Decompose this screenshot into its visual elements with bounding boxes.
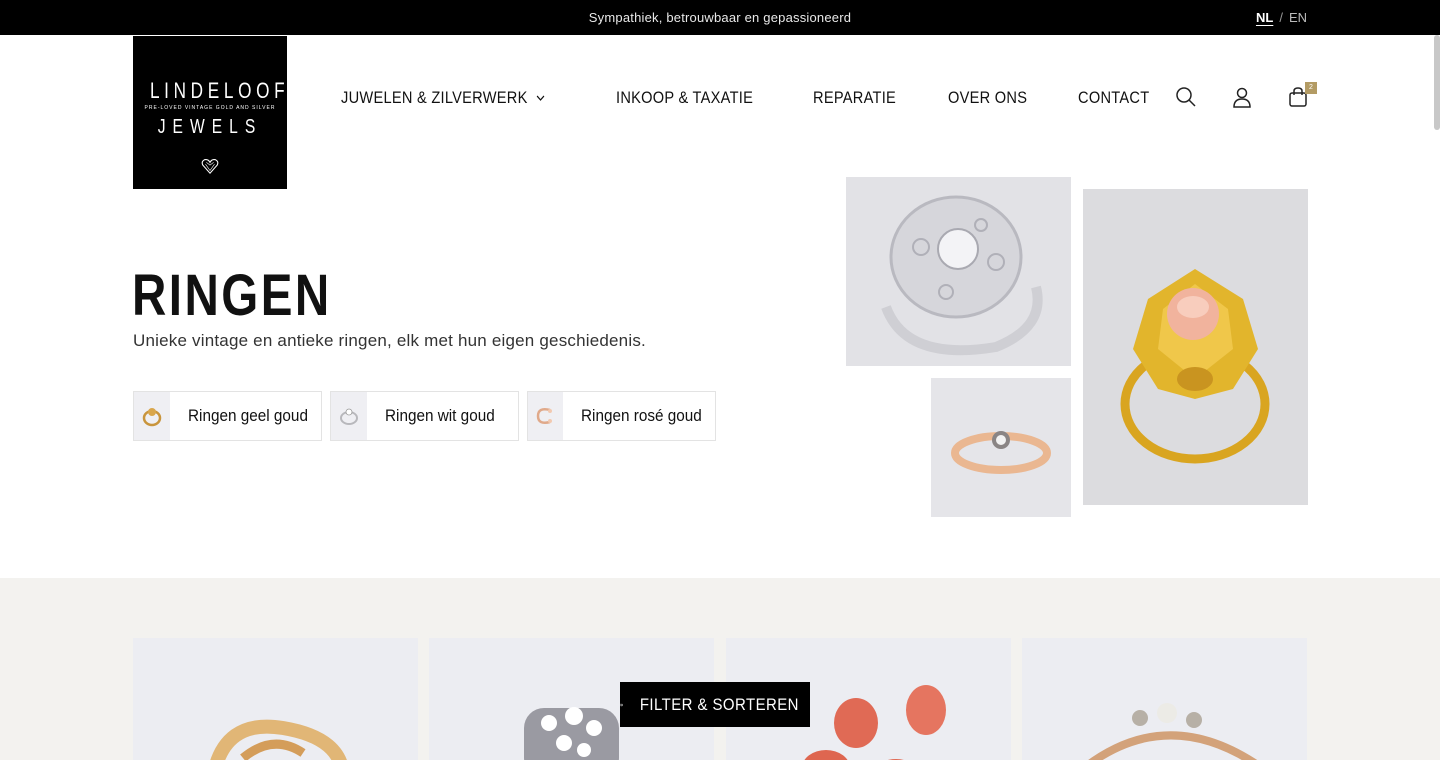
search-icon[interactable] <box>1175 86 1197 108</box>
category-label: Ringen rosé goud <box>580 406 702 425</box>
cart-count-badge: 2 <box>1305 82 1317 94</box>
category-chips: Ringen geel goud Ringen wit goud Ringen … <box>133 391 724 441</box>
nav-item-reparatie[interactable]: REPARATIE <box>813 88 896 108</box>
product-image <box>1088 703 1258 760</box>
nav-item-contact[interactable]: CONTACT <box>1078 88 1149 108</box>
category-chip-yellow-gold[interactable]: Ringen geel goud <box>133 391 322 441</box>
page-title: RINGEN <box>132 263 332 328</box>
nav-item-over-ons[interactable]: OVER ONS <box>948 88 1027 108</box>
ring-thumbnail <box>528 392 563 440</box>
filter-sort-label: FILTER & SORTEREN <box>640 694 800 714</box>
category-label: Ringen geel goud <box>187 406 308 425</box>
page-subtitle: Unieke vintage en antieke ringen, elk me… <box>133 331 646 350</box>
page-scrollbar[interactable] <box>1434 35 1440 130</box>
lang-separator: / <box>1279 10 1283 25</box>
product-card[interactable] <box>1022 638 1307 760</box>
logo-line-jewels: JEWELS <box>157 116 263 138</box>
category-chip-white-gold[interactable]: Ringen wit goud <box>330 391 519 441</box>
product-card[interactable] <box>133 638 418 760</box>
site-logo[interactable]: LINDELOOF PRE-LOVED VINTAGE GOLD AND SIL… <box>133 36 287 189</box>
user-icon[interactable] <box>1231 86 1253 108</box>
nav-item-juwelen[interactable]: JUWELEN & ZILVERWERK <box>341 88 545 108</box>
main-navigation: JUWELEN & ZILVERWERK INKOOP & TAXATIE RE… <box>341 88 1199 108</box>
nav-item-label: JUWELEN & ZILVERWERK <box>341 88 528 107</box>
tagline: Sympathiek, betrouwbaar en gepassioneerd <box>588 10 852 25</box>
product-grid-section <box>0 578 1440 760</box>
hero-photo-coral-gold-ring <box>1083 189 1308 505</box>
product-image <box>210 719 347 760</box>
language-switcher: NL / EN <box>1256 10 1307 25</box>
header-icons: 2 <box>1175 82 1320 110</box>
ring-icon <box>142 408 162 427</box>
lang-en[interactable]: EN <box>1289 10 1307 25</box>
filter-sort-button[interactable]: FILTER & SORTEREN <box>620 682 810 727</box>
logo-tagline: PRE-LOVED VINTAGE GOLD AND SILVER <box>144 105 276 111</box>
category-chip-rose-gold[interactable]: Ringen rosé goud <box>527 391 716 441</box>
chevron-down-icon <box>536 95 545 101</box>
logo-line-lindeloof: LINDELOOF <box>149 78 290 103</box>
diamond-heart-icon <box>201 158 219 175</box>
sliders-icon <box>620 703 624 706</box>
ring-thumbnail <box>134 392 170 440</box>
category-label: Ringen wit goud <box>385 406 495 425</box>
ring-icon <box>537 408 553 424</box>
hero-photo-rose-gold-ring <box>931 378 1071 517</box>
nav-item-inkoop[interactable]: INKOOP & TAXATIE <box>616 88 753 108</box>
lang-nl[interactable]: NL <box>1256 10 1273 25</box>
ring-icon <box>340 408 358 425</box>
ring-thumbnail <box>331 392 367 440</box>
announcement-bar: Sympathiek, betrouwbaar en gepassioneerd… <box>0 0 1440 35</box>
hero-photo-filigree-ring <box>846 177 1071 366</box>
